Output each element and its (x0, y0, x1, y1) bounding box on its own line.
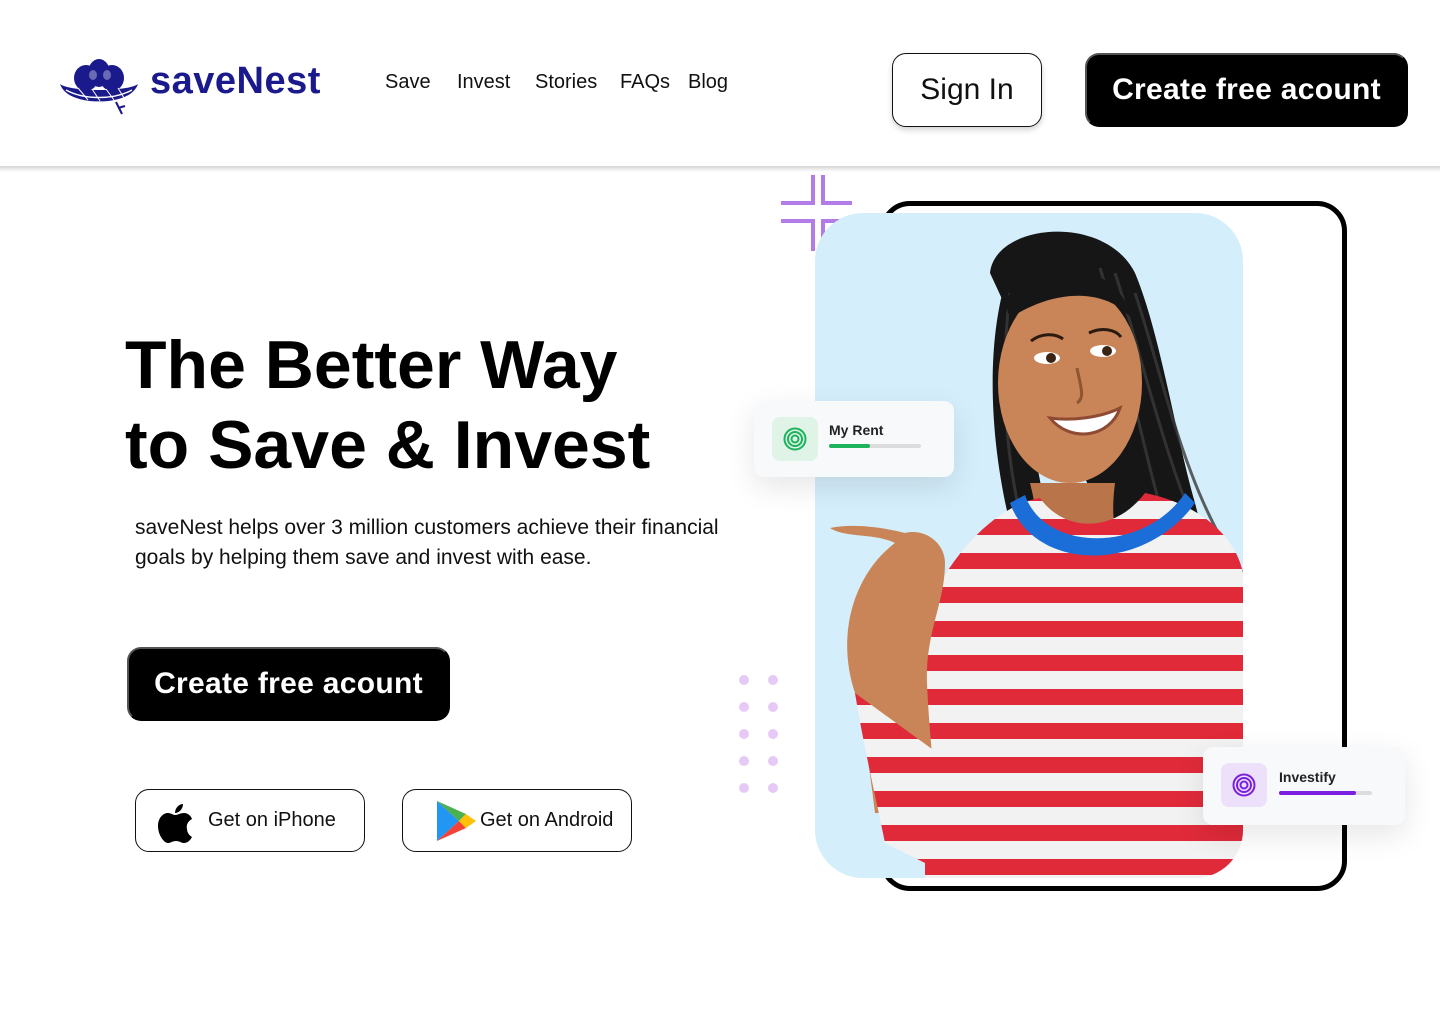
nav-link-invest[interactable]: Invest (457, 71, 510, 94)
logo[interactable]: saveNest (58, 58, 320, 118)
investify-progress (1279, 791, 1372, 795)
hero-photo (815, 213, 1243, 878)
my-rent-card[interactable]: My Rent (754, 401, 954, 477)
create-account-button-header[interactable]: Create free acount (1085, 53, 1408, 127)
hero-title-line-2: to Save & Invest (125, 407, 651, 483)
smiling-woman-illustration (830, 231, 1243, 878)
header-divider (0, 166, 1440, 172)
brand-name: saveNest (150, 60, 321, 102)
investify-progress-fill (1279, 791, 1357, 795)
investify-card[interactable]: Investify (1203, 747, 1405, 825)
site-header: saveNest Save Invest Stories FAQs Blog S… (0, 0, 1440, 166)
nav-link-stories[interactable]: Stories (535, 71, 597, 94)
iphone-label: Get on iPhone (208, 809, 336, 831)
nav-link-save[interactable]: Save (385, 71, 431, 94)
card-icon-wrapper (772, 417, 818, 461)
my-rent-progress (829, 444, 921, 448)
card-icon-wrapper (1221, 763, 1267, 807)
nav-link-faqs[interactable]: FAQs (620, 71, 670, 94)
target-icon (783, 427, 807, 451)
hero-title-line-1: The Better Way (125, 327, 618, 403)
my-rent-title: My Rent (829, 422, 884, 438)
dot-grid-decoration (739, 675, 778, 793)
investify-title: Investify (1279, 769, 1336, 785)
google-play-icon (437, 801, 476, 841)
hero-title: The Better Way to Save & Invest (125, 325, 745, 485)
apple-icon (158, 804, 192, 843)
android-label: Get on Android (480, 809, 614, 831)
create-account-button-hero[interactable]: Create free acount (127, 647, 450, 721)
nav-link-blog[interactable]: Blog (688, 71, 728, 94)
get-on-iphone-button[interactable]: Get on iPhone (135, 789, 365, 852)
target-icon (1232, 773, 1256, 797)
sign-in-button[interactable]: Sign In (892, 53, 1042, 127)
my-rent-progress-fill (829, 444, 871, 448)
get-on-android-button[interactable]: Get on Android (402, 789, 632, 852)
nest-logo-icon (60, 59, 138, 115)
hero-description: saveNest helps over 3 million customers … (135, 516, 719, 569)
